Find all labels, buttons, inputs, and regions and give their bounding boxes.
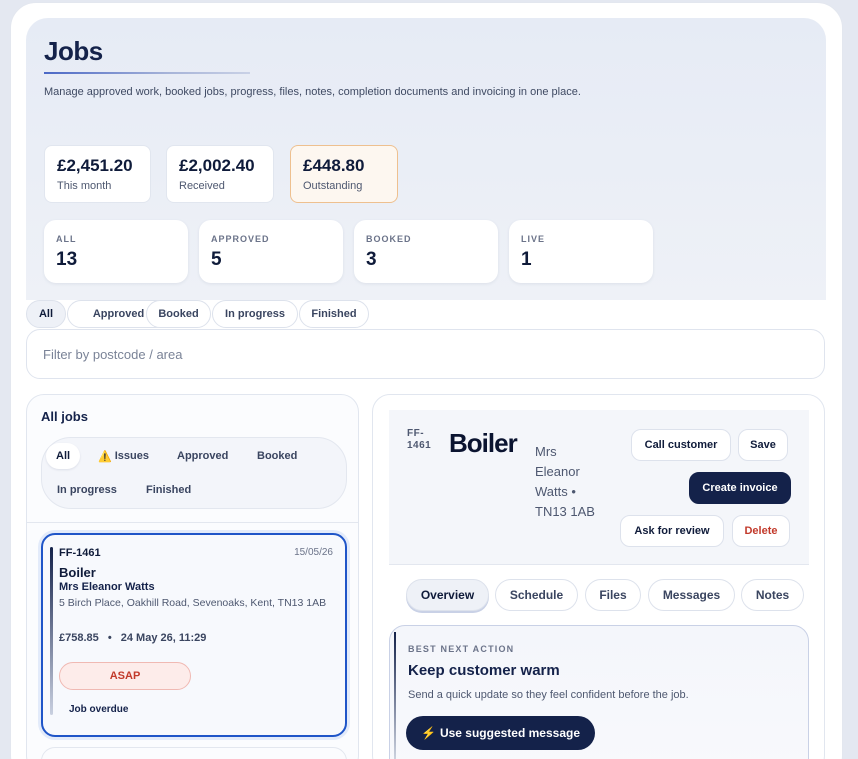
- next-action-card: BEST NEXT ACTION Keep customer warm Send…: [389, 625, 809, 759]
- page-title: Jobs: [44, 36, 103, 66]
- job-card-accent: [50, 547, 53, 715]
- meta-separator: •: [107, 632, 112, 644]
- job-detail-header: FF-1461 Boiler Mrs Eleanor Watts • TN13 …: [389, 410, 809, 565]
- money-card-outstanding: £448.80 Outstanding: [290, 145, 398, 203]
- use-suggested-message-button[interactable]: ⚡ Use suggested message: [406, 716, 595, 750]
- job-datetime: 24 May 26, 11:29: [120, 632, 207, 644]
- stat-label: APPROVED: [211, 234, 270, 244]
- chip-all[interactable]: All: [26, 300, 66, 328]
- filter-placeholder: Filter by postcode / area: [43, 346, 183, 362]
- stat-card-approved[interactable]: APPROVED 5: [199, 220, 343, 283]
- list-chip-in-progress[interactable]: In progress: [47, 477, 127, 503]
- action-card-accent: [394, 632, 396, 759]
- warning-icon: ⚠️: [98, 450, 112, 463]
- job-title: Boiler: [59, 565, 96, 580]
- list-chip-approved[interactable]: Approved: [167, 443, 238, 469]
- list-chip-finished[interactable]: Finished: [136, 477, 201, 503]
- detail-customer: Mrs Eleanor Watts • TN13 1AB: [535, 444, 595, 519]
- tab-messages[interactable]: Messages: [648, 579, 735, 611]
- page-subtitle: Manage approved work, booked jobs, progr…: [44, 86, 581, 98]
- job-card-next[interactable]: [41, 747, 347, 759]
- job-detail-panel: FF-1461 Boiler Mrs Eleanor Watts • TN13 …: [372, 394, 825, 759]
- jobs-list-filter-group: All ⚠️ Issues Approved Booked In progres…: [41, 437, 347, 509]
- job-customer: Mrs Eleanor Watts: [59, 581, 155, 593]
- stat-value: 1: [521, 249, 532, 270]
- tab-schedule[interactable]: Schedule: [495, 579, 578, 611]
- chip-finished[interactable]: Finished: [299, 300, 369, 328]
- delete-button[interactable]: Delete: [732, 515, 790, 547]
- money-card-this-month: £2,451.20 This month: [44, 145, 151, 203]
- job-date: 15/05/26: [294, 547, 333, 558]
- job-address: 5 Birch Place, Oakhill Road, Sevenoaks, …: [59, 597, 327, 609]
- money-label: Received: [179, 180, 225, 192]
- button-label: Use suggested message: [439, 726, 580, 740]
- divider: [27, 522, 358, 523]
- money-value: £2,002.40: [179, 156, 255, 175]
- job-meta: £758.85 • 24 May 26, 11:29: [59, 632, 206, 644]
- stat-value: 5: [211, 249, 222, 270]
- stat-label: ALL: [56, 234, 77, 244]
- stat-value: 3: [366, 249, 377, 270]
- priority-badge: ASAP: [59, 662, 191, 690]
- money-value: £2,451.20: [57, 156, 133, 175]
- jobs-list-panel: All jobs All ⚠️ Issues Approved Booked I…: [26, 394, 359, 759]
- list-chip-label: Issues: [114, 450, 149, 462]
- jobs-list-title: All jobs: [41, 409, 88, 424]
- stat-value: 13: [56, 249, 78, 270]
- stat-card-booked[interactable]: BOOKED 3: [354, 220, 498, 283]
- stat-card-live[interactable]: LIVE 1: [509, 220, 653, 283]
- next-action-label: BEST NEXT ACTION: [408, 644, 515, 654]
- postcode-filter-input[interactable]: Filter by postcode / area: [26, 329, 825, 379]
- list-chip-issues[interactable]: ⚠️ Issues: [88, 443, 159, 469]
- job-id: FF-1461: [59, 547, 101, 559]
- tab-overview[interactable]: Overview: [406, 579, 489, 611]
- money-label: Outstanding: [303, 180, 363, 192]
- tab-files[interactable]: Files: [585, 579, 641, 611]
- ask-for-review-button[interactable]: Ask for review: [620, 515, 724, 547]
- money-value: £448.80: [303, 156, 365, 175]
- stat-label: BOOKED: [366, 234, 412, 244]
- save-button[interactable]: Save: [738, 429, 788, 461]
- job-card-selected[interactable]: FF-1461 15/05/26 Boiler Mrs Eleanor Watt…: [41, 533, 347, 737]
- money-label: This month: [57, 180, 112, 192]
- detail-job-title: Boiler: [449, 428, 518, 458]
- money-card-received: £2,002.40 Received: [166, 145, 274, 203]
- job-price: £758.85: [59, 632, 99, 644]
- list-chip-all[interactable]: All: [46, 443, 81, 469]
- stat-card-all[interactable]: ALL 13: [44, 220, 188, 283]
- detail-job-id: FF-1461: [407, 428, 432, 451]
- chip-booked[interactable]: Booked: [146, 300, 211, 328]
- title-underline: [44, 72, 250, 74]
- next-action-subtitle: Send a quick update so they feel confide…: [408, 689, 689, 701]
- stat-label: LIVE: [521, 234, 546, 244]
- list-chip-booked[interactable]: Booked: [247, 443, 307, 469]
- job-status: Job overdue: [69, 704, 129, 715]
- call-customer-button[interactable]: Call customer: [631, 429, 731, 461]
- chip-in-progress[interactable]: In progress: [212, 300, 298, 328]
- create-invoice-button[interactable]: Create invoice: [689, 472, 791, 504]
- lightning-icon: ⚡: [420, 726, 436, 740]
- next-action-title: Keep customer warm: [408, 662, 560, 679]
- tab-notes[interactable]: Notes: [741, 579, 804, 611]
